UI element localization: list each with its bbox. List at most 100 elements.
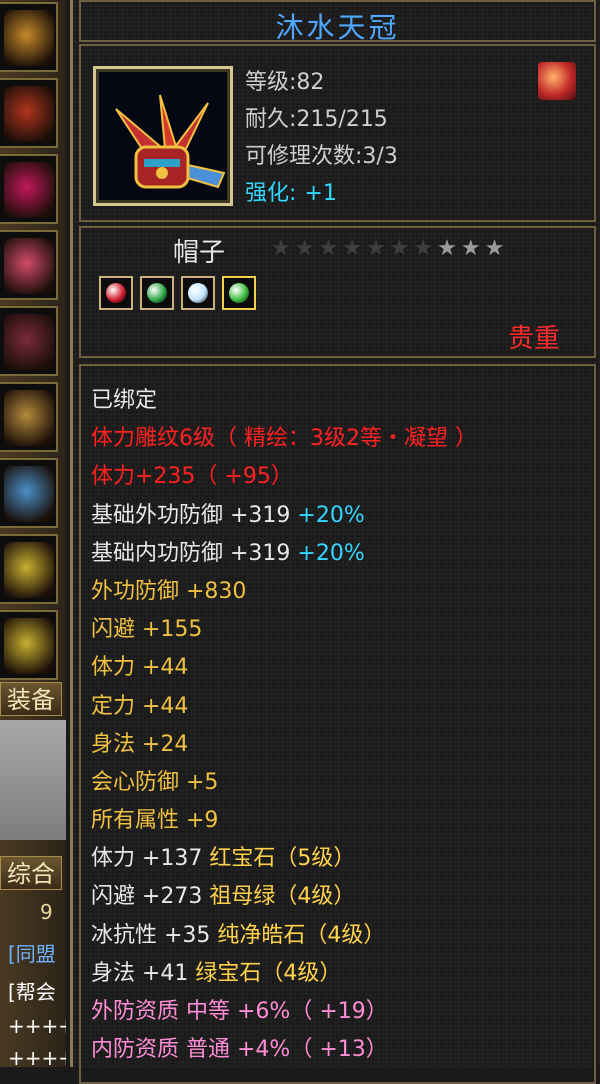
item-image-frame[interactable]: [93, 66, 233, 206]
star-icon: ★: [437, 236, 461, 261]
stat-line: 闪避 +273 祖母绿（4级）: [91, 878, 477, 916]
stat-text: 红宝石（5级）: [209, 846, 356, 872]
stat-text: 基础内功防御 +319: [91, 540, 298, 566]
amulet-icon: [4, 542, 54, 598]
stat-line: 所有属性 +9: [91, 802, 477, 840]
star-icon: ★: [271, 236, 295, 261]
stat-line: 基础外功防御 +319 +20%: [91, 497, 477, 535]
stone-decoration: [0, 720, 66, 840]
equipment-slot[interactable]: [0, 306, 58, 376]
equipment-slot[interactable]: [0, 154, 58, 224]
star-icon: ★: [318, 236, 343, 261]
stat-line: 冰抗性 +35 纯净皓石（4级）: [91, 917, 477, 955]
stat-line: 身法 +24: [91, 726, 477, 764]
gem-icon: [147, 283, 167, 303]
bracer-icon: [4, 86, 54, 142]
amulet-icon: [4, 618, 54, 674]
ring-icon: [4, 466, 54, 522]
stat-text: 闪避 +155: [91, 617, 203, 643]
chat-line: ++++: [8, 1046, 66, 1067]
stat-text: 绿宝石（4级）: [195, 960, 342, 986]
stat-line: 体力+235（ +95）: [91, 458, 477, 496]
chat-line: ++++: [8, 1014, 66, 1038]
gem-socket[interactable]: [140, 276, 174, 310]
star-icon: ★: [460, 236, 485, 261]
chat-channel-guild[interactable]: [帮会: [8, 976, 56, 1005]
stat-line: 内防资质 普通 +4%（ +13）: [91, 1031, 477, 1069]
star-icon: ★: [389, 236, 414, 261]
stat-text: 内防资质 普通 +4%（ +13）: [91, 1037, 388, 1063]
equipment-slot[interactable]: [0, 610, 58, 680]
stat-text: +20%: [297, 502, 365, 528]
combine-tab[interactable]: 综合: [0, 856, 62, 890]
star-icon: ★: [365, 236, 390, 261]
stat-text: 冰抗性 +35: [91, 922, 218, 948]
stat-line: 外防资质 中等 +6%（ +19）: [91, 993, 477, 1031]
equipment-slot[interactable]: [0, 382, 58, 452]
gem-icon: [188, 283, 208, 303]
gem-socket[interactable]: [222, 276, 256, 310]
star-icon: ★: [342, 236, 366, 261]
item-type-section: 帽子 ★★★★★★★★★★ 贵重: [79, 226, 596, 358]
stat-text: 所有属性 +9: [91, 808, 219, 834]
stat-text: 身法 +24: [91, 731, 189, 757]
item-header: 等级:82 耐久:215/215 可修理次数:3/3 强化: +1: [79, 44, 596, 222]
stat-text: 定力 +44: [91, 693, 189, 719]
star-icon: ★: [294, 236, 319, 261]
gem-sockets: [99, 276, 256, 310]
item-durability: 耐久:215/215: [245, 107, 388, 132]
equipment-slot[interactable]: [0, 230, 58, 300]
gem-socket[interactable]: [99, 276, 133, 310]
stat-text: 会心防御 +5: [91, 769, 219, 795]
belt-icon: [4, 238, 54, 294]
stat-text: 外防资质 中等 +6%（ +19）: [91, 999, 388, 1024]
equipment-slot[interactable]: [0, 458, 58, 528]
stat-line: 基础内功防御 +319 +20%: [91, 535, 477, 573]
stat-text: 已绑定: [91, 388, 158, 413]
stat-text: 体力 +137: [91, 846, 210, 872]
boot-icon: [4, 314, 54, 370]
stat-text: 纯净皓石（4级）: [217, 922, 386, 948]
item-level: 等级:82: [245, 70, 325, 95]
chat-line: 9: [40, 900, 53, 924]
stat-line: 已绑定: [91, 382, 477, 420]
stat-text: 基础外功防御 +319: [91, 502, 298, 528]
star-rating: ★★★★★★★★★★: [271, 236, 508, 261]
stat-text: 体力 +44: [91, 655, 189, 681]
gem-icon: [229, 283, 249, 303]
star-icon: ★: [413, 236, 438, 261]
stat-line: 会心防御 +5: [91, 764, 477, 802]
stat-list: 已绑定体力雕纹6级（ 精绘：3级2等・凝望 ） 体力+235（ +95） 基础外功防…: [91, 382, 477, 1069]
stat-text: 体力雕纹6级（ 精绘：3级2等・凝望 ）: [91, 426, 477, 452]
stat-line: 体力雕纹6级（ 精绘：3级2等・凝望 ）: [91, 420, 477, 458]
stat-line: 体力 +137 红宝石（5级）: [91, 840, 477, 878]
enhance-value: +1: [304, 181, 337, 206]
item-enhance: 强化: +1: [245, 175, 337, 207]
item-type: 帽子: [173, 238, 226, 268]
item-tooltip: 沐水天冠 等级:82 耐久:215/215 可修理次数:3/3 强化: +1 帽子…: [70, 0, 600, 1084]
item-repair-count: 可修理次数:3/3: [245, 144, 398, 169]
equipment-slot-strip: 装备 综合 9 [同盟 [帮会 ++++ ++++: [0, 0, 66, 1067]
chat-channel-alliance[interactable]: [同盟: [8, 938, 56, 967]
equipment-slot[interactable]: [0, 2, 58, 72]
equipment-slot[interactable]: [0, 534, 58, 604]
stat-text: 闪避 +273: [91, 884, 210, 910]
stat-text: 外功防御 +830: [91, 578, 247, 604]
stat-text: 体力+235（ +95）: [91, 464, 293, 490]
enhance-label: 强化:: [245, 181, 297, 206]
item-name: 沐水天冠: [275, 11, 400, 44]
equip-tab[interactable]: 装备: [0, 682, 62, 716]
stat-text: 祖母绿（4级）: [209, 884, 356, 910]
item-stats-section: 已绑定体力雕纹6级（ 精绘：3级2等・凝望 ） 体力+235（ +95） 基础外功防…: [79, 364, 596, 1084]
glove-icon: [4, 162, 54, 218]
stat-line: 身法 +41 绿宝石（4级）: [91, 955, 477, 993]
gem-socket[interactable]: [181, 276, 215, 310]
rune-icon[interactable]: [538, 62, 576, 100]
stat-line: 定力 +44: [91, 688, 477, 726]
star-icon: ★: [484, 236, 509, 261]
item-rarity: 贵重: [507, 324, 560, 354]
hat-icon: [115, 94, 226, 189]
stat-line: 体力 +44: [91, 649, 477, 687]
equipment-slot[interactable]: [0, 78, 58, 148]
item-title-bar: 沐水天冠: [79, 0, 596, 44]
